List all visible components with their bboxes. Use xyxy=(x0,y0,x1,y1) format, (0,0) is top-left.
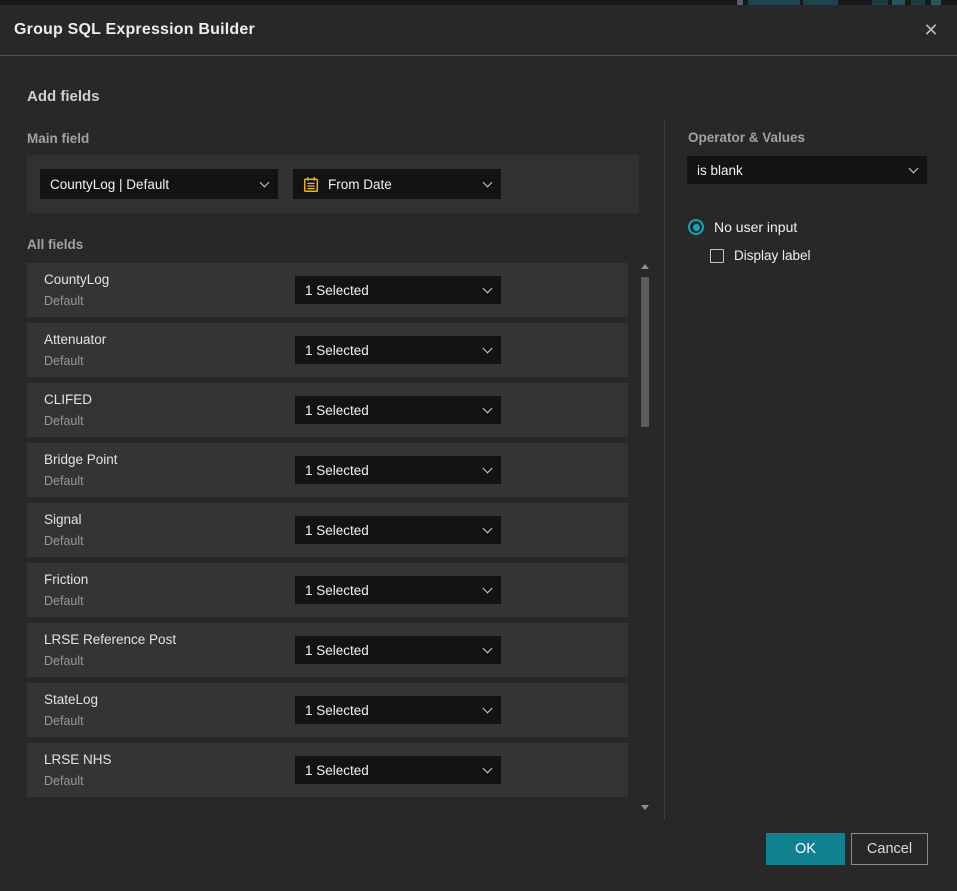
field-subtitle: Default xyxy=(44,534,84,548)
close-icon[interactable]: ✕ xyxy=(919,18,943,42)
no-user-input-option[interactable]: No user input xyxy=(688,219,797,235)
operator-value: is blank xyxy=(697,163,743,178)
chevron-down-icon xyxy=(483,523,493,533)
screen: Group SQL Expression Builder ✕ Add field… xyxy=(0,0,957,891)
field-subtitle: Default xyxy=(44,414,84,428)
radio-selected-icon[interactable] xyxy=(688,219,704,235)
field-selected-dropdown[interactable]: 1 Selected xyxy=(295,636,501,664)
chevron-down-icon xyxy=(483,343,493,353)
chevron-down-icon xyxy=(483,643,493,653)
field-name: LRSE Reference Post xyxy=(44,632,176,647)
field-name: Attenuator xyxy=(44,332,106,347)
layer-select-dropdown[interactable]: CountyLog | Default xyxy=(40,169,278,199)
field-selected-dropdown[interactable]: 1 Selected xyxy=(295,576,501,604)
field-selected-value: 1 Selected xyxy=(305,583,369,598)
field-row: Friction Default 1 Selected xyxy=(27,563,628,617)
field-selected-dropdown[interactable]: 1 Selected xyxy=(295,396,501,424)
main-field-label: Main field xyxy=(27,131,89,146)
field-selected-dropdown[interactable]: 1 Selected xyxy=(295,456,501,484)
dialog-titlebar: Group SQL Expression Builder ✕ xyxy=(0,5,957,56)
field-subtitle: Default xyxy=(44,474,84,488)
add-fields-heading: Add fields xyxy=(27,88,100,105)
scrollbar-thumb[interactable] xyxy=(641,277,649,427)
main-field-panel: CountyLog | Default From Date xyxy=(27,155,639,213)
field-subtitle: Default xyxy=(44,774,84,788)
chevron-down-icon xyxy=(483,703,493,713)
all-fields-label: All fields xyxy=(27,237,83,252)
field-selected-value: 1 Selected xyxy=(305,523,369,538)
no-user-input-label: No user input xyxy=(714,219,797,235)
field-name: Friction xyxy=(44,572,88,587)
all-fields-list: CountyLog Default 1 Selected Attenuator … xyxy=(27,263,628,803)
field-row: CountyLog Default 1 Selected xyxy=(27,263,628,317)
operator-dropdown[interactable]: is blank xyxy=(687,156,927,184)
panel-divider xyxy=(664,120,665,820)
field-selected-value: 1 Selected xyxy=(305,763,369,778)
field-selected-dropdown[interactable]: 1 Selected xyxy=(295,516,501,544)
chevron-down-icon xyxy=(260,177,270,187)
field-row: CLIFED Default 1 Selected xyxy=(27,383,628,437)
field-row: LRSE Reference Post Default 1 Selected xyxy=(27,623,628,677)
chevron-down-icon xyxy=(483,403,493,413)
field-name: Signal xyxy=(44,512,82,527)
field-row: Attenuator Default 1 Selected xyxy=(27,323,628,377)
field-row: Signal Default 1 Selected xyxy=(27,503,628,557)
chevron-down-icon xyxy=(483,177,493,187)
field-subtitle: Default xyxy=(44,294,84,308)
field-selected-dropdown[interactable]: 1 Selected xyxy=(295,696,501,724)
chevron-down-icon xyxy=(483,763,493,773)
ok-button[interactable]: OK xyxy=(766,833,845,865)
field-selected-dropdown[interactable]: 1 Selected xyxy=(295,756,501,784)
field-name: LRSE NHS xyxy=(44,752,112,767)
chevron-down-icon xyxy=(483,283,493,293)
dialog-title: Group SQL Expression Builder xyxy=(14,21,255,39)
operator-values-label: Operator & Values xyxy=(688,130,805,145)
field-subtitle: Default xyxy=(44,654,84,668)
field-select-dropdown[interactable]: From Date xyxy=(293,169,501,199)
display-label-label: Display label xyxy=(734,248,811,263)
scrollbar-up-arrow-icon[interactable] xyxy=(641,264,649,269)
field-row: Bridge Point Default 1 Selected xyxy=(27,443,628,497)
chevron-down-icon xyxy=(909,163,919,173)
field-row: StateLog Default 1 Selected xyxy=(27,683,628,737)
field-selected-dropdown[interactable]: 1 Selected xyxy=(295,336,501,364)
calendar-icon xyxy=(303,176,319,193)
chevron-down-icon xyxy=(483,583,493,593)
checkbox-unchecked-icon[interactable] xyxy=(710,249,724,263)
field-name: StateLog xyxy=(44,692,98,707)
field-name: Bridge Point xyxy=(44,452,118,467)
field-subtitle: Default xyxy=(44,354,84,368)
sql-expression-builder-dialog: Group SQL Expression Builder ✕ Add field… xyxy=(0,5,957,891)
field-name: CLIFED xyxy=(44,392,92,407)
chevron-down-icon xyxy=(483,463,493,473)
field-selected-value: 1 Selected xyxy=(305,283,369,298)
field-row: LRSE NHS Default 1 Selected xyxy=(27,743,628,797)
field-selected-value: 1 Selected xyxy=(305,343,369,358)
field-selected-dropdown[interactable]: 1 Selected xyxy=(295,276,501,304)
cancel-button[interactable]: Cancel xyxy=(851,833,928,865)
field-selected-value: 1 Selected xyxy=(305,643,369,658)
field-selected-value: 1 Selected xyxy=(305,403,369,418)
field-subtitle: Default xyxy=(44,714,84,728)
field-subtitle: Default xyxy=(44,594,84,608)
field-selected-value: 1 Selected xyxy=(305,703,369,718)
field-selected-value: 1 Selected xyxy=(305,463,369,478)
layer-select-value: CountyLog | Default xyxy=(50,177,169,192)
field-select-value: From Date xyxy=(328,177,392,192)
display-label-option[interactable]: Display label xyxy=(710,248,811,263)
scrollbar-down-arrow-icon[interactable] xyxy=(641,805,649,810)
field-name: CountyLog xyxy=(44,272,109,287)
